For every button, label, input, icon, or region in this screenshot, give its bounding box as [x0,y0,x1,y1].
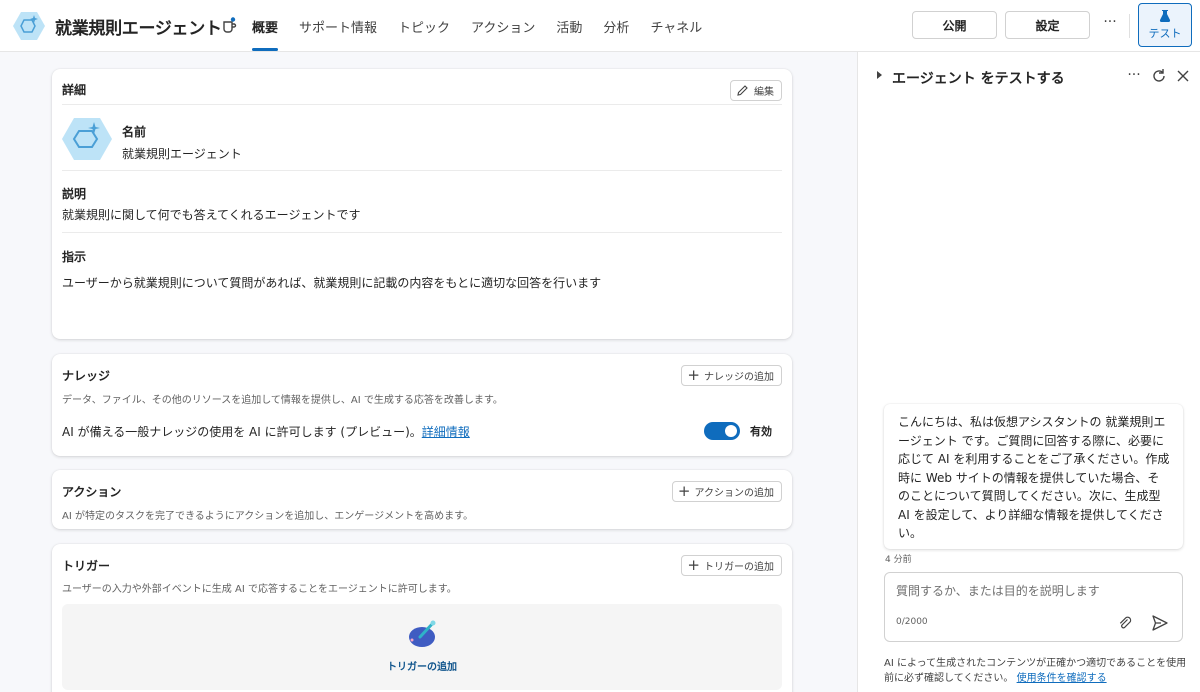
description-divider [62,232,782,233]
triggers-card: トリガー + トリガーの追加 ユーザーの入力や外部イベントに生成 AI で応答す… [52,544,792,692]
agent-status-icon[interactable] [220,16,238,34]
tab-support-info[interactable]: サポート情報 [299,0,377,52]
general-knowledge-row: AI が備える一般ナレッジの使用を AI に許可します (プレビュー)。詳細情報 [62,423,470,440]
add-knowledge-label: ナレッジの追加 [704,372,774,383]
edit-button-label: 編集 [754,87,774,98]
pane-more-icon[interactable]: ··· [1125,67,1143,85]
actions-card: アクション + アクションの追加 AI が特定のタスクを完了できるようにアクショ… [52,470,792,529]
flask-icon [1159,10,1171,22]
knowledge-title: ナレッジ [62,369,111,383]
test-pane-title: エージェント をテストする [892,71,1065,87]
test-button[interactable]: テスト [1138,3,1192,47]
name-divider [62,170,782,171]
description-label: 説明 [62,187,87,201]
chat-input[interactable] [896,584,1166,598]
header-divider [1129,14,1130,38]
actions-title: アクション [62,485,122,499]
add-trigger-button[interactable]: + トリガーの追加 [681,555,782,576]
triggers-title: トリガー [62,559,111,573]
add-trigger-label: トリガーの追加 [704,562,774,573]
test-agent-pane: エージェント をテストする ··· こんにちは、私は仮想アシスタントの 就業規則… [857,52,1200,692]
ai-disclaimer: AI によって生成されたコンテンツが正確かつ適切であることを使用前に必ず確認して… [884,656,1189,686]
knowledge-card: ナレッジ + ナレッジの追加 データ、ファイル、その他のリソースを追加して情報を… [52,354,792,456]
add-action-button[interactable]: + アクションの追加 [671,481,782,502]
agent-avatar-icon [62,118,112,160]
plus-icon: + [687,366,700,384]
collapse-caret-icon[interactable] [877,71,882,79]
details-title: 詳細 [62,83,87,97]
main-tabs: 概要 サポート情報 トピック アクション 活動 分析 チャネル [252,0,723,52]
tab-overview[interactable]: 概要 [252,0,279,52]
add-knowledge-button[interactable]: + ナレッジの追加 [681,365,782,386]
edit-button[interactable]: 編集 [730,80,782,101]
instructions-value: ユーザーから就業規則について質問があれば、就業規則に記載の内容をもとに適切な回答… [62,276,602,290]
tab-topics[interactable]: トピック [398,0,450,52]
overview-content: 詳細 編集 名前 就業規則エージェント 説明 就業規則に関して何でも答えてくれる… [0,52,857,692]
tab-channels[interactable]: チャネル [650,0,702,52]
agent-logo-icon [13,12,45,40]
agent-name-title: 就業規則エージェント [55,19,222,39]
tab-analytics[interactable]: 分析 [603,0,629,52]
name-label: 名前 [122,125,147,139]
tab-actions[interactable]: アクション [471,0,535,52]
trigger-empty-state[interactable]: トリガーの追加 [62,604,782,690]
plus-icon: + [687,556,700,574]
general-knowledge-text: AI が備える一般ナレッジの使用を AI に許可します (プレビュー)。 [62,425,422,439]
description-value: 就業規則に関して何でも答えてくれるエージェントです [62,208,361,222]
learn-more-link[interactable]: 詳細情報 [422,425,470,439]
general-knowledge-toggle[interactable] [704,422,740,440]
publish-button[interactable]: 公開 [912,11,997,39]
plus-icon: + [677,482,691,500]
top-bar: 就業規則エージェント 概要 サポート情報 トピック アクション 活動 分析 チャ… [0,0,1200,52]
attach-icon[interactable] [1117,615,1133,631]
details-card: 詳細 編集 名前 就業規則エージェント 説明 就業規則に関して何でも答えてくれる… [52,69,792,339]
chat-input-box: 0/2000 [884,572,1183,642]
settings-button[interactable]: 設定 [1005,11,1090,39]
terms-link[interactable]: 使用条件を確認する [1017,673,1107,684]
pencil-icon [737,85,748,96]
toggle-label: 有効 [750,425,772,438]
actions-description: AI が特定のタスクを完了できるようにアクションを追加し、エンゲージメントを高め… [62,511,474,522]
agent-message-bubble: こんにちは、私は仮想アシスタントの 就業規則エージェント です。ご質問に回答する… [884,404,1183,549]
triggers-description: ユーザーの入力や外部イベントに生成 AI で応答することをエージェントに許可しま… [62,584,457,595]
add-action-label: アクションの追加 [694,488,775,499]
trigger-empty-add-label[interactable]: トリガーの追加 [62,658,782,673]
tab-activity[interactable]: 活動 [556,0,582,52]
send-icon[interactable] [1151,614,1169,632]
more-options-icon[interactable]: ··· [1100,14,1120,34]
name-value: 就業規則エージェント [122,147,242,161]
char-counter: 0/2000 [896,617,928,627]
message-timestamp: 4 分前 [885,555,912,565]
trigger-illustration-icon [409,620,436,647]
close-icon[interactable] [1174,67,1192,85]
refresh-icon[interactable] [1150,67,1168,85]
knowledge-description: データ、ファイル、その他のリソースを追加して情報を提供し、AI で生成する応答を… [62,395,503,406]
instructions-label: 指示 [62,250,87,264]
details-divider [62,104,782,105]
test-button-label: テスト [1148,27,1182,40]
